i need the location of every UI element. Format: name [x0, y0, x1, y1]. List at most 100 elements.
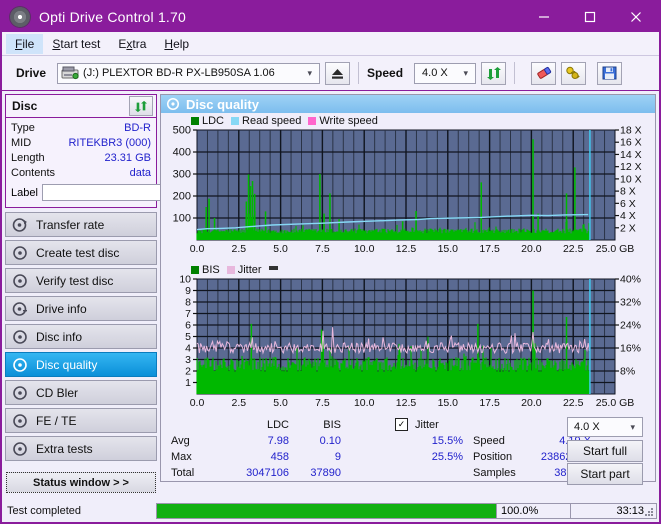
svg-text:8 X: 8 X [620, 186, 636, 198]
drive-icon [61, 66, 79, 80]
svg-text:300: 300 [173, 169, 191, 181]
close-icon[interactable] [613, 2, 659, 32]
legend-label: Read speed [242, 115, 302, 128]
toolbar-separator-2 [514, 62, 516, 84]
stats-label-max: Max [171, 451, 192, 464]
eraser-button[interactable] [531, 61, 557, 85]
ldc-chart-container: LDC Read speed Write speed 100 200 300 400 5… [161, 113, 655, 261]
ldc-chart[interactable]: 1002003004005002 X4 X6 X8 X10 X12 X14 X1… [163, 125, 653, 258]
sidebar-item-label: Extra tests [36, 441, 93, 456]
sidebar-item-create-test-disc[interactable]: Create test disc [5, 240, 157, 265]
progress-bar [156, 503, 497, 519]
svg-text:16%: 16% [620, 343, 641, 355]
legend-write-speed: Write speed [308, 115, 378, 127]
svg-text:7: 7 [185, 308, 191, 320]
speed-stat-label: Speed [473, 435, 505, 448]
drive-value: (J:) PLEXTOR BD-R PX-LB950SA 1.06 [83, 67, 275, 79]
menu-help[interactable]: Help [155, 34, 198, 54]
disc-value: data [129, 166, 151, 179]
svg-text:2: 2 [185, 366, 191, 378]
toolbar-separator [358, 62, 360, 84]
svg-text:5.0: 5.0 [273, 397, 288, 409]
checkbox-icon: ✓ [395, 418, 408, 432]
minimize-icon[interactable] [521, 2, 567, 32]
svg-text:4: 4 [185, 343, 191, 355]
bis-chart[interactable]: 12345678910 8% 16% 24% 32% 40% 0.0 2.5 5.0 7.5 10.… [163, 274, 653, 412]
save-button[interactable] [597, 61, 623, 85]
sidebar-item-fe-te[interactable]: FE / TE [5, 408, 157, 433]
maximize-icon[interactable] [567, 2, 613, 32]
svg-text:400: 400 [173, 147, 191, 159]
svg-text:17.5: 17.5 [479, 243, 500, 255]
stats-avg-jitter: 15.5% [431, 435, 463, 448]
svg-text:100: 100 [173, 213, 191, 225]
sidebar-item-label: Drive info [36, 301, 87, 316]
disc-row-contents: Contents data [6, 165, 156, 180]
disc-icon [12, 273, 28, 289]
disc-refresh-button[interactable] [129, 96, 153, 116]
sidebar-item-label: Transfer rate [36, 217, 105, 232]
eject-button[interactable] [325, 61, 351, 85]
svg-text:18 X: 18 X [620, 125, 642, 137]
disc-icon [12, 301, 28, 317]
content-pane: Disc quality LDC Read speed Write speed [160, 94, 656, 486]
start-part-button[interactable]: Start part [567, 463, 643, 486]
result-speed-select[interactable]: 4.0 X ▾ [567, 417, 643, 438]
start-full-button[interactable]: Start full [567, 440, 643, 463]
samples-stat-label: Samples [473, 467, 516, 480]
keys-button[interactable] [561, 61, 587, 85]
sidebar-item-drive-info[interactable]: Drive info [5, 296, 157, 321]
stats-avg-ldc: 7.98 [267, 435, 289, 448]
legend-swatch-icon [191, 266, 199, 275]
progress-percent: 100.0% [497, 503, 571, 519]
svg-text:10.0: 10.0 [354, 243, 375, 255]
disc-icon [12, 217, 28, 233]
legend-ldc: LDC [191, 115, 224, 127]
jitter-checkbox[interactable]: ✓ [395, 418, 408, 432]
svg-text:2.5: 2.5 [231, 243, 246, 255]
svg-text:7.5: 7.5 [315, 397, 330, 409]
svg-text:0.0: 0.0 [190, 397, 205, 409]
disc-row-mid: MID RITEKBR3 (000) [6, 135, 156, 150]
svg-text:7.5: 7.5 [315, 243, 330, 255]
speed-select[interactable]: 4.0 X ▾ [414, 62, 477, 84]
disc-icon [12, 245, 28, 261]
resize-grip-icon[interactable] [643, 506, 655, 518]
sidebar-item-label: Verify test disc [36, 273, 114, 288]
svg-text:10 X: 10 X [620, 173, 642, 185]
window-controls [521, 2, 659, 32]
legend-bis: BIS [191, 264, 220, 276]
sidebar-item-extra-tests[interactable]: Extra tests [5, 436, 157, 461]
svg-text:9: 9 [185, 285, 191, 297]
refresh-button[interactable] [481, 61, 507, 85]
legend-swatch-icon [231, 117, 240, 126]
eraser-icon [536, 66, 551, 79]
sidebar-item-disc-quality[interactable]: Disc quality [5, 352, 157, 377]
drive-select[interactable]: (J:) PLEXTOR BD-R PX-LB950SA 1.06 ▾ [57, 62, 321, 84]
menu-file[interactable]: FFileile [6, 33, 44, 54]
menu-start-test[interactable]: Start test [43, 34, 109, 54]
disc-icon [12, 329, 28, 345]
disc-value: 23.31 GB [104, 151, 151, 164]
chevron-down-icon: ▾ [630, 421, 635, 432]
refresh-icon [486, 66, 501, 80]
keys-icon [566, 66, 580, 79]
sidebar-item-label: Create test disc [36, 245, 120, 260]
sidebar-item-disc-info[interactable]: Disc info [5, 324, 157, 349]
stats-label-total: Total [171, 467, 195, 480]
status-window-button[interactable]: Status window > > [6, 472, 156, 493]
sidebar-item-verify-test-disc[interactable]: Verify test disc [5, 268, 157, 293]
stats-max-ldc: 458 [270, 451, 289, 464]
sidebar-item-transfer-rate[interactable]: Transfer rate [5, 212, 157, 237]
bis-chart-legend: BIS Jitter [163, 263, 653, 277]
sidebar-item-cd-bler[interactable]: CD Bler [5, 380, 157, 405]
disc-panel-header: Disc [6, 95, 156, 118]
svg-text:2 X: 2 X [620, 222, 636, 234]
disc-icon [166, 98, 180, 111]
svg-text:24%: 24% [620, 320, 641, 332]
svg-text:25.0 GB: 25.0 GB [596, 243, 635, 255]
title-bar: Opti Drive Control 1.70 [2, 2, 659, 32]
speed-label: Speed [367, 66, 404, 80]
ldc-chart-legend: LDC Read speed Write speed [163, 114, 653, 128]
menu-extra[interactable]: Extra [109, 34, 155, 54]
